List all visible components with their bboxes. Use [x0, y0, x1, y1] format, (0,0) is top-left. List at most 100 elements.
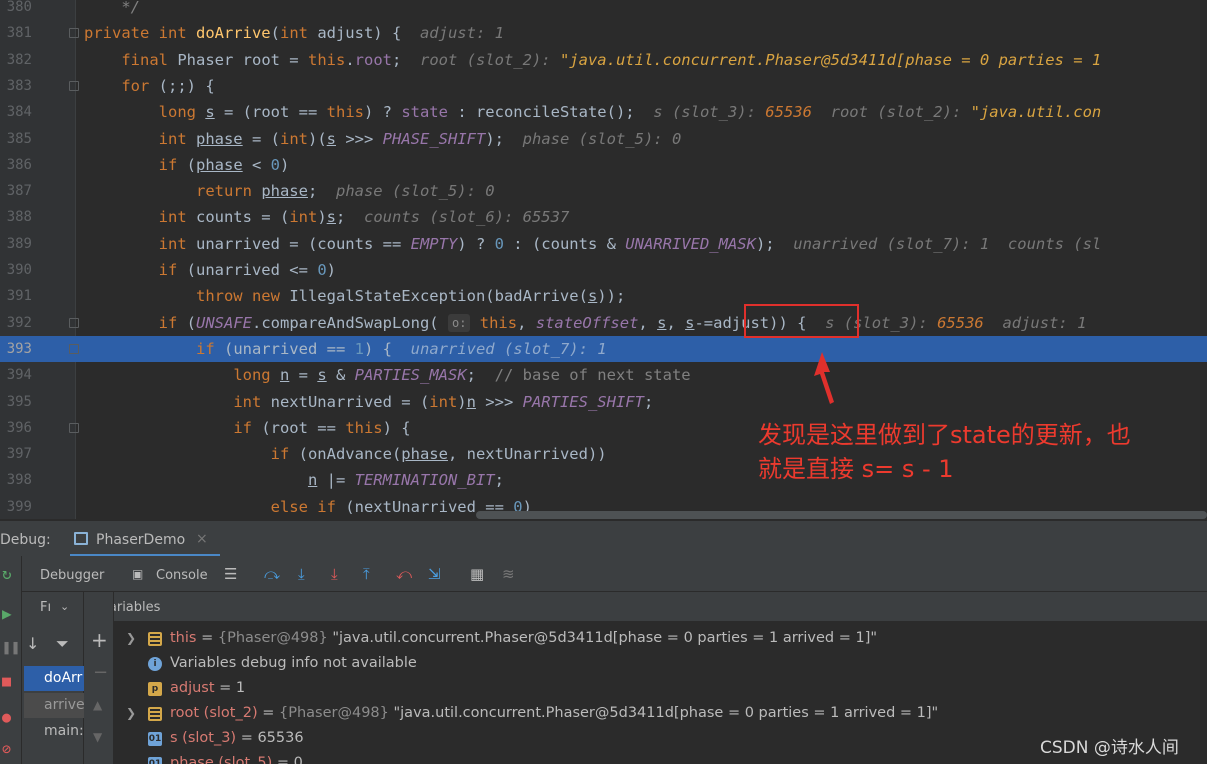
- line-number: 380: [6, 0, 32, 15]
- step-out-icon[interactable]: ⤒: [363, 564, 370, 584]
- code-text[interactable]: private int doArrive(int adjust) { adjus…: [84, 20, 504, 46]
- line-number: 387: [6, 183, 32, 200]
- code-text[interactable]: if (unarrived <= 0): [84, 257, 336, 283]
- frames-label: Fı: [40, 600, 52, 615]
- drop-frame-icon[interactable]: ⤺: [396, 564, 412, 584]
- code-text[interactable]: for (;;) {: [84, 73, 214, 99]
- fold-marker-icon[interactable]: [69, 422, 79, 433]
- code-text[interactable]: if (phase < 0): [84, 152, 290, 178]
- field-icon: [148, 632, 162, 646]
- expand-icon[interactable]: ❯: [126, 701, 136, 726]
- code-text[interactable]: final Phaser root = this.root; root (slo…: [84, 47, 1101, 73]
- code-text[interactable]: if (unarrived == 1) { unarrived (slot_7)…: [84, 336, 607, 362]
- variable-text: adjust = 1: [170, 680, 246, 696]
- line-number: 393: [6, 340, 32, 357]
- fold-marker-icon[interactable]: [69, 28, 79, 39]
- move-up-icon[interactable]: ▲: [93, 698, 102, 712]
- fold-marker-icon[interactable]: [69, 80, 79, 91]
- arrow-down-icon[interactable]: ↓: [26, 634, 39, 653]
- breakpoints-icon[interactable]: ●: [2, 708, 11, 726]
- code-line[interactable]: 387 return phase; phase (slot_5): 0: [0, 178, 1207, 204]
- add-watch-icon[interactable]: +: [91, 628, 108, 652]
- console-icon: ▣: [132, 567, 144, 581]
- annotation-line-2: 就是直接 s= s - 1: [758, 455, 954, 483]
- horizontal-scrollbar[interactable]: [476, 511, 1207, 519]
- code-line[interactable]: 392 if (UNSAFE.compareAndSwapLong( o: th…: [0, 310, 1207, 336]
- code-text[interactable]: int unarrived = (counts == EMPTY) ? 0 : …: [84, 231, 1102, 257]
- step-into-icon[interactable]: ⤓: [298, 564, 305, 584]
- variable-row[interactable]: p adjust = 1: [114, 676, 1207, 701]
- annotation-highlight-box: [744, 304, 859, 338]
- code-line[interactable]: 391 throw new IllegalStateException(badA…: [0, 283, 1207, 309]
- remove-watch-icon[interactable]: −: [93, 662, 108, 683]
- frame-item[interactable]: arrive: [24, 693, 84, 718]
- variable-row[interactable]: ❯ this = {Phaser@498} "java.util.concurre…: [114, 626, 1207, 651]
- code-text[interactable]: if (onAdvance(phase, nextUnarrived)): [84, 441, 607, 467]
- code-line[interactable]: 382 final Phaser root = this.root; root …: [0, 47, 1207, 73]
- debug-tool-window-header: Debug: PhaserDemo ×: [0, 520, 1207, 557]
- param-icon: p: [148, 682, 162, 696]
- line-number: 394: [6, 367, 32, 384]
- run-to-cursor-icon[interactable]: ⇲: [428, 564, 441, 584]
- debug-left-actions: ↻ ▶ ❚❚ ■ ● ⊘: [0, 556, 22, 764]
- code-line[interactable]: 395 int nextUnarrived = (int)n >>> PARTI…: [0, 389, 1207, 415]
- filter-icon[interactable]: ⏷: [56, 634, 69, 654]
- code-line[interactable]: 386 if (phase < 0): [0, 152, 1207, 178]
- rerun-icon[interactable]: ↻: [2, 564, 12, 583]
- variable-text: this = {Phaser@498} "java.util.concurren…: [170, 630, 878, 646]
- code-line[interactable]: 393 if (unarrived == 1) { unarrived (slo…: [0, 335, 1207, 362]
- code-line[interactable]: 388 int counts = (int)s; counts (slot_6)…: [0, 204, 1207, 230]
- frame-item[interactable]: doArr: [24, 666, 84, 691]
- code-text[interactable]: else if (nextUnarrived == 0): [84, 494, 532, 519]
- tab-console[interactable]: Console: [156, 566, 208, 586]
- line-number: 382: [6, 51, 32, 68]
- move-down-icon[interactable]: ▼: [93, 730, 102, 744]
- code-text[interactable]: return phase; phase (slot_5): 0: [84, 178, 495, 204]
- pause-icon[interactable]: ❚❚: [2, 638, 20, 656]
- code-text[interactable]: n |= TERMINATION_BIT;: [84, 467, 504, 493]
- expand-icon[interactable]: ❯: [126, 626, 136, 651]
- code-text[interactable]: int phase = (int)(s >>> PHASE_SHIFT); ph…: [84, 126, 682, 152]
- variable-row[interactable]: i Variables debug info not available: [114, 651, 1207, 676]
- code-line[interactable]: 385 int phase = (int)(s >>> PHASE_SHIFT)…: [0, 126, 1207, 152]
- stop-icon[interactable]: ■: [2, 672, 11, 690]
- code-text[interactable]: int counts = (int)s; counts (slot_6): 65…: [84, 204, 570, 230]
- variables-header: Variables: [84, 592, 1207, 622]
- menu-icon[interactable]: ☰: [224, 564, 237, 584]
- line-number: 386: [6, 156, 32, 173]
- line-number: 381: [6, 25, 32, 42]
- code-text[interactable]: throw new IllegalStateException(badArriv…: [84, 283, 625, 309]
- code-line[interactable]: 383 for (;;) {: [0, 73, 1207, 99]
- chevron-down-icon[interactable]: ⌄: [60, 600, 69, 613]
- evaluate-expression-icon[interactable]: ▦: [470, 564, 484, 584]
- code-line[interactable]: 381 private int doArrive(int adjust) { ad…: [0, 20, 1207, 46]
- code-text[interactable]: */: [84, 0, 140, 20]
- code-line[interactable]: 380 */: [0, 0, 1207, 20]
- code-line[interactable]: 394 long n = s & PARTIES_MASK; // base o…: [0, 362, 1207, 388]
- code-text[interactable]: long n = s & PARTIES_MASK; // base of ne…: [84, 362, 690, 388]
- code-text[interactable]: int nextUnarrived = (int)n >>> PARTIES_S…: [84, 389, 653, 415]
- fold-marker-icon[interactable]: [69, 317, 79, 328]
- code-line[interactable]: 390 if (unarrived <= 0): [0, 257, 1207, 283]
- mute-breakpoints-icon[interactable]: ⊘: [2, 740, 11, 758]
- code-text[interactable]: long s = (root == this) ? state : reconc…: [84, 99, 1102, 125]
- fold-marker-icon[interactable]: [69, 343, 79, 354]
- line-number: 396: [6, 419, 32, 436]
- step-over-icon[interactable]: ⤼: [264, 564, 280, 584]
- tab-phaserdemo-session[interactable]: PhaserDemo ×: [70, 521, 220, 557]
- variable-row[interactable]: ❯ root (slot_2) = {Phaser@498} "java.util…: [114, 701, 1207, 726]
- variable-text: s (slot_3) = 65536: [170, 730, 304, 746]
- tab-debugger[interactable]: Debugger: [40, 566, 104, 586]
- field-icon: [148, 707, 162, 721]
- session-label: PhaserDemo: [96, 532, 186, 548]
- code-line[interactable]: 389 int unarrived = (counts == EMPTY) ? …: [0, 231, 1207, 257]
- code-text[interactable]: if (UNSAFE.compareAndSwapLong( o: this, …: [84, 310, 1086, 336]
- code-editor[interactable]: 380 */ 381 private int doArrive(int adjust…: [0, 0, 1207, 519]
- close-icon[interactable]: ×: [196, 531, 208, 547]
- resume-icon[interactable]: ▶: [2, 604, 12, 623]
- trace-icon[interactable]: ≋: [502, 564, 515, 584]
- frame-item[interactable]: main:: [24, 719, 84, 744]
- force-step-into-icon[interactable]: ⤓: [331, 564, 338, 584]
- code-line[interactable]: 384 long s = (root == this) ? state : re…: [0, 99, 1207, 125]
- code-text[interactable]: if (root == this) {: [84, 415, 410, 441]
